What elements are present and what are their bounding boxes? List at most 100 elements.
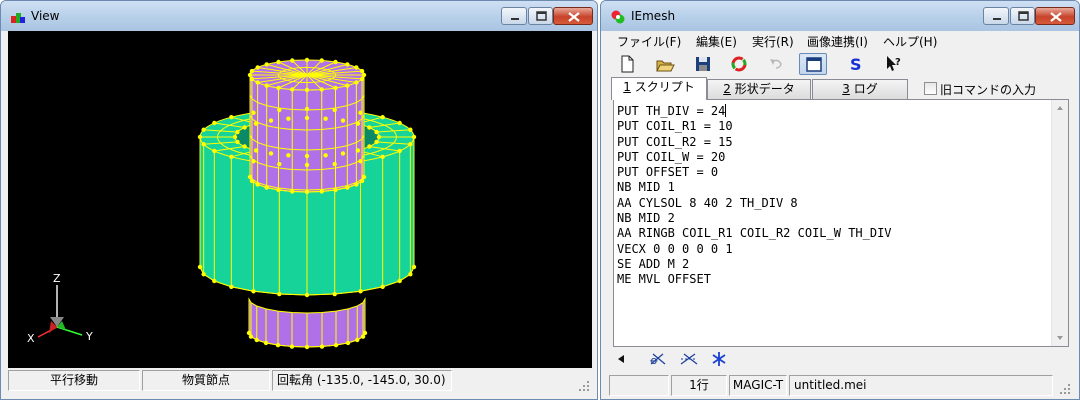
script-line[interactable]: ME MVL OFFSET	[617, 272, 711, 286]
mesh-node	[249, 76, 255, 82]
mesh-node	[355, 121, 361, 126]
run-icon[interactable]	[727, 53, 751, 75]
mesh-node	[367, 144, 372, 149]
script-line[interactable]: PUT OFFSET = 0	[617, 165, 718, 179]
mesh-node	[333, 59, 338, 65]
mesh-node	[264, 62, 269, 67]
scroll-down-icon[interactable]	[1052, 330, 1068, 346]
menu-run[interactable]: 実行(R)	[752, 33, 794, 50]
vertical-scrollbar[interactable]	[1051, 100, 1068, 346]
mesh-node	[276, 85, 281, 91]
open-folder-icon[interactable]	[653, 53, 677, 75]
tab-log-label: ログ	[853, 82, 878, 96]
tab-log[interactable]: 3 ログ	[812, 79, 908, 99]
mesh-node	[333, 187, 338, 193]
mesh-node	[286, 153, 291, 158]
mesh-node	[229, 115, 234, 120]
mesh-node	[323, 116, 328, 121]
minimize-button[interactable]	[983, 7, 1009, 25]
mesh-node	[289, 344, 295, 349]
tab-strip: 1 スクリプト 2 形状データ 3 ログ	[609, 77, 909, 100]
mesh-node	[397, 278, 402, 284]
mesh-node	[358, 159, 363, 164]
close-button[interactable]	[553, 7, 593, 25]
axis-x-label: X	[27, 332, 35, 345]
window-icon[interactable]	[799, 53, 827, 75]
mesh-node	[354, 80, 359, 85]
undo-icon[interactable]	[764, 53, 788, 75]
resize-grip-icon[interactable]	[576, 378, 590, 392]
mesh-node	[246, 330, 252, 336]
menu-help[interactable]: ヘルプ(H)	[883, 33, 937, 50]
help-pointer-icon[interactable]: ?	[882, 53, 906, 75]
new-file-icon[interactable]	[615, 53, 639, 75]
cut-element-icon[interactable]	[679, 351, 699, 367]
resize-grip-icon[interactable]	[1057, 381, 1071, 395]
menu-image-link[interactable]: 画像連携(I)	[807, 33, 868, 50]
svg-text:S: S	[850, 55, 862, 74]
maximize-button[interactable]	[1010, 7, 1035, 25]
mesh-node	[201, 142, 206, 147]
mesh-node	[253, 148, 259, 153]
view-app-icon	[11, 13, 25, 23]
mesh-node	[263, 340, 269, 346]
s-icon[interactable]: S	[844, 53, 868, 75]
view-titlebar[interactable]: View	[1, 1, 597, 31]
mesh-node	[345, 185, 350, 190]
mesh-node	[359, 68, 365, 74]
script-line[interactable]: PUT COIL_W = 20	[617, 150, 725, 164]
mesh-node	[354, 65, 359, 70]
mesh-node	[201, 127, 206, 132]
mesh-node	[340, 118, 346, 123]
script-line[interactable]: AA CYLSOL 8 40 2 TH_DIV 8	[617, 196, 798, 210]
mesh-node	[345, 83, 350, 88]
mesh-node	[304, 57, 310, 63]
minimize-button[interactable]	[501, 7, 527, 25]
mesh-node	[249, 178, 255, 184]
cut-node-icon[interactable]: ꝋ	[649, 351, 667, 367]
script-line[interactable]: NB MID 2	[617, 211, 675, 225]
mesh-node	[304, 115, 310, 121]
mesh-node	[304, 87, 310, 93]
mesh-node	[408, 127, 413, 132]
iemesh-titlebar[interactable]: IEmesh	[601, 1, 1079, 31]
mesh-node	[229, 284, 234, 289]
script-line[interactable]: NB MID 1	[617, 180, 675, 194]
mesh-node	[376, 134, 382, 140]
status-blank	[609, 375, 669, 396]
mesh-node	[408, 142, 413, 147]
mesh-node	[197, 264, 203, 270]
script-editor[interactable]: PUT TH_DIV = 24 PUT COIL_R1 = 10 PUT COI…	[613, 99, 1069, 347]
menu-edit[interactable]: 編集(E)	[696, 33, 737, 50]
script-line[interactable]: AA RINGB COIL_R1 COIL_R2 COIL_W TH_DIV	[617, 226, 892, 240]
script-line[interactable]: SE ADD M 2	[617, 257, 689, 271]
script-line[interactable]: PUT TH_DIV = 24	[617, 104, 725, 118]
mesh-node	[319, 189, 324, 194]
svg-text:?: ?	[895, 57, 901, 68]
script-line[interactable]: VECX 0 0 0 0 0 1	[617, 242, 733, 256]
mesh-node	[251, 289, 256, 294]
mesh-node	[304, 344, 310, 350]
menubar: ファイル(F) 編集(E) 実行(R) 画像連携(I) ヘルプ(H)	[609, 31, 1071, 51]
tab-script[interactable]: 1 スクリプト	[611, 77, 707, 100]
script-text[interactable]: PUT TH_DIV = 24 PUT COIL_R1 = 10 PUT COI…	[617, 104, 892, 288]
mesh-node	[304, 106, 310, 112]
menu-file[interactable]: ファイル(F)	[617, 33, 681, 50]
view-title: View	[31, 9, 60, 23]
tab-shape-data[interactable]: 2 形状データ	[707, 79, 811, 99]
scroll-up-icon[interactable]	[1052, 100, 1068, 116]
checkbox-box[interactable]	[924, 82, 937, 95]
asterisk-icon[interactable]	[711, 351, 727, 367]
status-engine: MAGIC-T	[729, 375, 787, 396]
save-icon[interactable]	[691, 53, 715, 75]
arrow-left-icon[interactable]	[613, 351, 629, 367]
script-line[interactable]: PUT COIL_R1 = 10	[617, 119, 733, 133]
mesh-node	[212, 278, 217, 284]
iemesh-window: IEmesh ファイル(F) 編集(E) 実行(R) 画像連携(I) ヘルプ(H…	[600, 0, 1080, 400]
mesh-node	[354, 182, 359, 187]
mesh-node	[332, 291, 337, 297]
3d-viewport[interactable]: Z X Y	[8, 31, 592, 368]
maximize-button[interactable]	[528, 7, 553, 25]
close-button[interactable]	[1035, 7, 1075, 25]
script-line[interactable]: PUT COIL_R2 = 15	[617, 135, 733, 149]
